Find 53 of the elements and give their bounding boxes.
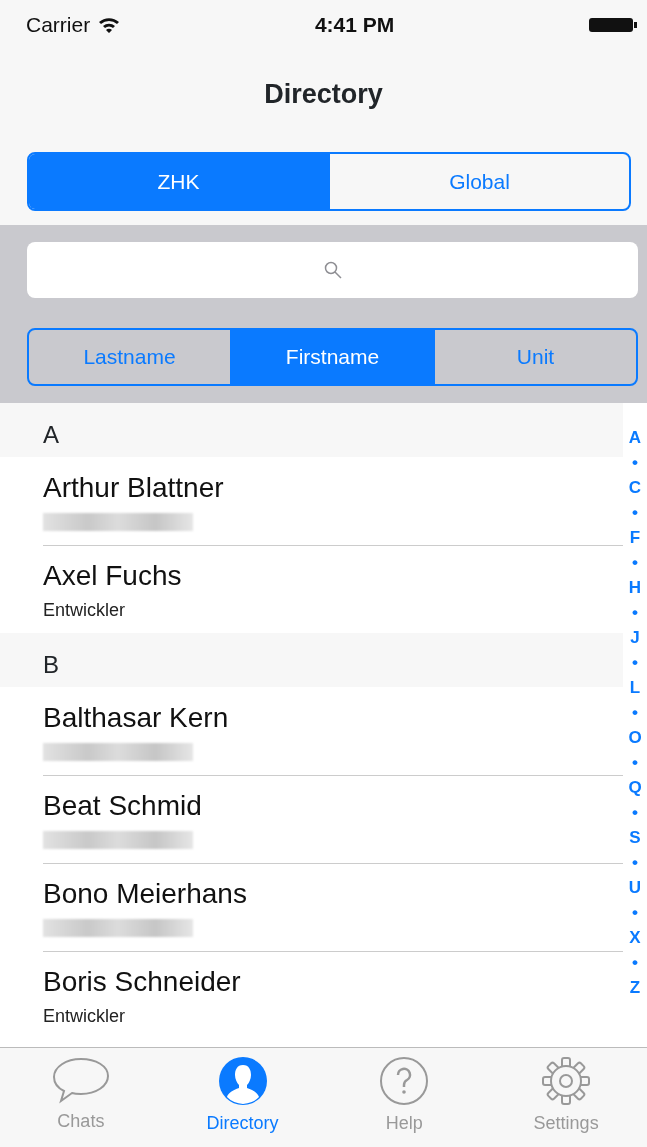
contact-name: Axel Fuchs — [43, 559, 183, 593]
index-letter[interactable]: L — [629, 675, 641, 700]
segment-tab[interactable]: Global — [328, 154, 629, 209]
index-letter[interactable]: • — [632, 450, 638, 475]
speech-bubble-icon — [50, 1056, 111, 1104]
sort-tab[interactable]: Lastname — [29, 330, 230, 384]
help-icon — [379, 1056, 430, 1106]
search-icon — [323, 261, 342, 279]
index-letter[interactable]: Q — [628, 775, 642, 800]
index-letter[interactable]: • — [632, 650, 638, 675]
index-letter[interactable]: • — [632, 900, 638, 925]
contact-name: Bono Meierhans — [43, 877, 248, 911]
index-letter[interactable]: C — [628, 475, 642, 500]
index-letter[interactable]: • — [632, 950, 638, 975]
index-letter[interactable]: O — [628, 725, 642, 750]
tab-bar-item[interactable]: Chats — [0, 1048, 162, 1147]
battery-icon — [589, 17, 637, 33]
index-letter[interactable]: S — [629, 825, 641, 850]
index-letter[interactable]: F — [629, 525, 641, 550]
index-letter[interactable]: • — [632, 850, 638, 875]
index-letter[interactable]: • — [632, 750, 638, 775]
settings-icon — [541, 1056, 592, 1106]
index-letter[interactable]: • — [632, 600, 638, 625]
sort-tab[interactable]: Firstname — [230, 330, 433, 384]
section-header: B — [43, 651, 59, 678]
tab-bar-item[interactable]: Settings — [485, 1048, 647, 1147]
contact-name: Beat Schmid — [43, 789, 203, 823]
carrier-label: Carrier — [26, 12, 91, 39]
contact-name: Balthasar Kern — [43, 701, 230, 735]
index-letter[interactable]: U — [628, 875, 642, 900]
section-header: A — [43, 421, 59, 448]
status-time: 4:41 PM — [314, 12, 395, 39]
index-letter[interactable]: Z — [629, 975, 641, 1000]
index-letter[interactable]: X — [629, 925, 641, 950]
index-letter[interactable]: • — [632, 800, 638, 825]
index-letter[interactable]: A — [628, 425, 642, 450]
contact-role: Entwickler — [43, 1005, 127, 1028]
index-letter[interactable]: J — [630, 625, 640, 650]
search-field[interactable] — [27, 242, 638, 298]
index-letter[interactable]: • — [632, 700, 638, 725]
tab-bar-item[interactable]: Directory — [161, 1048, 324, 1147]
index-letter[interactable]: • — [632, 500, 638, 525]
contact-name: Boris Schneider — [43, 965, 242, 999]
index-letter[interactable]: H — [628, 575, 642, 600]
screen-title: Directory — [0, 50, 647, 138]
tab-bar-item[interactable]: Help — [323, 1048, 486, 1147]
index-letter[interactable]: • — [632, 550, 638, 575]
sort-tab[interactable]: Unit — [433, 330, 636, 384]
wifi-icon — [98, 17, 121, 33]
contact-role: Entwickler — [43, 599, 127, 622]
person-icon — [217, 1056, 268, 1106]
contact-name: Arthur Blattner — [43, 471, 225, 505]
segment-tab[interactable]: ZHK — [29, 154, 328, 209]
